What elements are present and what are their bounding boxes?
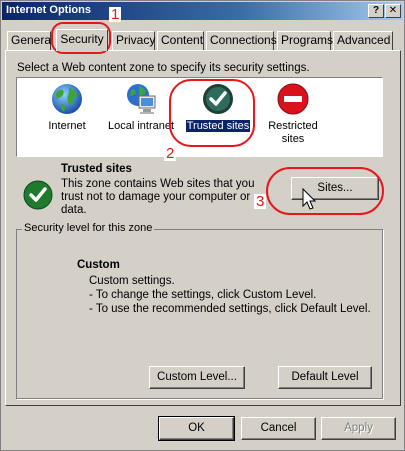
annotation-circle-sites-button xyxy=(266,167,384,215)
zone-label-internet: Internet xyxy=(48,120,86,132)
tab-content[interactable]: Content xyxy=(157,31,204,50)
security-level-line-3: - To use the recommended settings, click… xyxy=(89,303,371,315)
ok-button[interactable]: OK xyxy=(158,416,235,441)
mouse-cursor-icon xyxy=(302,188,317,210)
tab-programs[interactable]: Programs xyxy=(277,31,333,50)
annotation-number-3: 3 xyxy=(254,193,267,210)
cancel-button[interactable]: Cancel xyxy=(241,417,316,440)
selected-zone-description-1: This zone contains Web sites that you xyxy=(61,178,255,190)
computer-globe-icon xyxy=(127,84,156,114)
tab-security[interactable]: Security xyxy=(56,29,108,51)
tab-privacy[interactable]: Privacy xyxy=(112,31,155,50)
tab-connections[interactable]: Connections xyxy=(206,31,277,50)
zone-instruction: Select a Web content zone to specify its… xyxy=(17,62,310,74)
security-level-line-2: - To change the settings, click Custom L… xyxy=(89,289,317,301)
security-level-group-title: Security level for this zone xyxy=(22,222,155,234)
custom-level-button[interactable]: Custom Level... xyxy=(149,366,245,389)
security-level-name: Custom xyxy=(77,259,120,271)
security-level-group: Security level for this zone Custom Cust… xyxy=(16,222,383,399)
zone-label-restricted-line2: sites xyxy=(281,133,305,145)
restricted-icon xyxy=(277,83,309,115)
title-bar[interactable]: Internet Options ? ✕ xyxy=(2,2,403,20)
internet-options-dialog: Internet Options ? ✕ General Security Pr… xyxy=(0,0,405,451)
close-button[interactable]: ✕ xyxy=(385,4,401,18)
selected-zone-title: Trusted sites xyxy=(61,163,132,175)
tab-advanced[interactable]: Advanced xyxy=(333,31,393,50)
help-button[interactable]: ? xyxy=(368,4,384,18)
annotation-number-2: 2 xyxy=(164,145,177,162)
apply-button[interactable]: Apply xyxy=(321,417,396,440)
security-level-line-1: Custom settings. xyxy=(89,275,175,287)
annotation-number-1: 1 xyxy=(109,6,122,23)
zone-label-restricted-line1: Restricted xyxy=(268,120,318,132)
selected-zone-description-3: data. xyxy=(61,204,87,216)
zone-internet[interactable]: Internet xyxy=(37,82,97,133)
zone-local-intranet[interactable]: Local intranet xyxy=(105,82,177,133)
tab-strip: General Security Privacy Content Connect… xyxy=(1,29,405,51)
window-title: Internet Options xyxy=(6,4,91,16)
globe-icon xyxy=(52,84,82,114)
default-level-button[interactable]: Default Level xyxy=(278,366,372,389)
zone-restricted-sites[interactable]: Restricted sites xyxy=(263,82,323,146)
tab-general[interactable]: General xyxy=(7,31,54,50)
selected-zone-description-2: trust not to damage your computer or xyxy=(61,191,251,203)
zone-label-local-intranet: Local intranet xyxy=(107,120,175,132)
annotation-circle-trusted-sites xyxy=(169,79,255,147)
trusted-sites-check-icon xyxy=(23,180,53,210)
